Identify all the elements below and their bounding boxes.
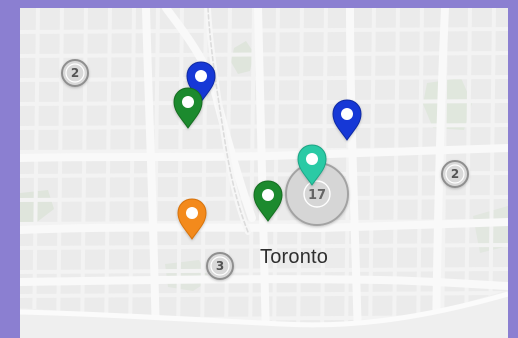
city-label: Toronto: [260, 246, 328, 268]
cluster-marker[interactable]: 2: [61, 59, 89, 87]
cluster-count: 17: [308, 188, 326, 203]
cluster-count: 3: [216, 259, 224, 273]
map-view[interactable]: Toronto 2 17 2 3: [20, 8, 508, 338]
page-frame: Toronto 2 17 2 3: [0, 0, 518, 338]
cluster-marker[interactable]: 3: [206, 252, 234, 280]
street-map[interactable]: Toronto 2 17 2 3: [20, 8, 508, 338]
cluster-count: 2: [71, 66, 79, 80]
cluster-count: 2: [451, 167, 459, 181]
cluster-marker[interactable]: 2: [441, 160, 469, 188]
